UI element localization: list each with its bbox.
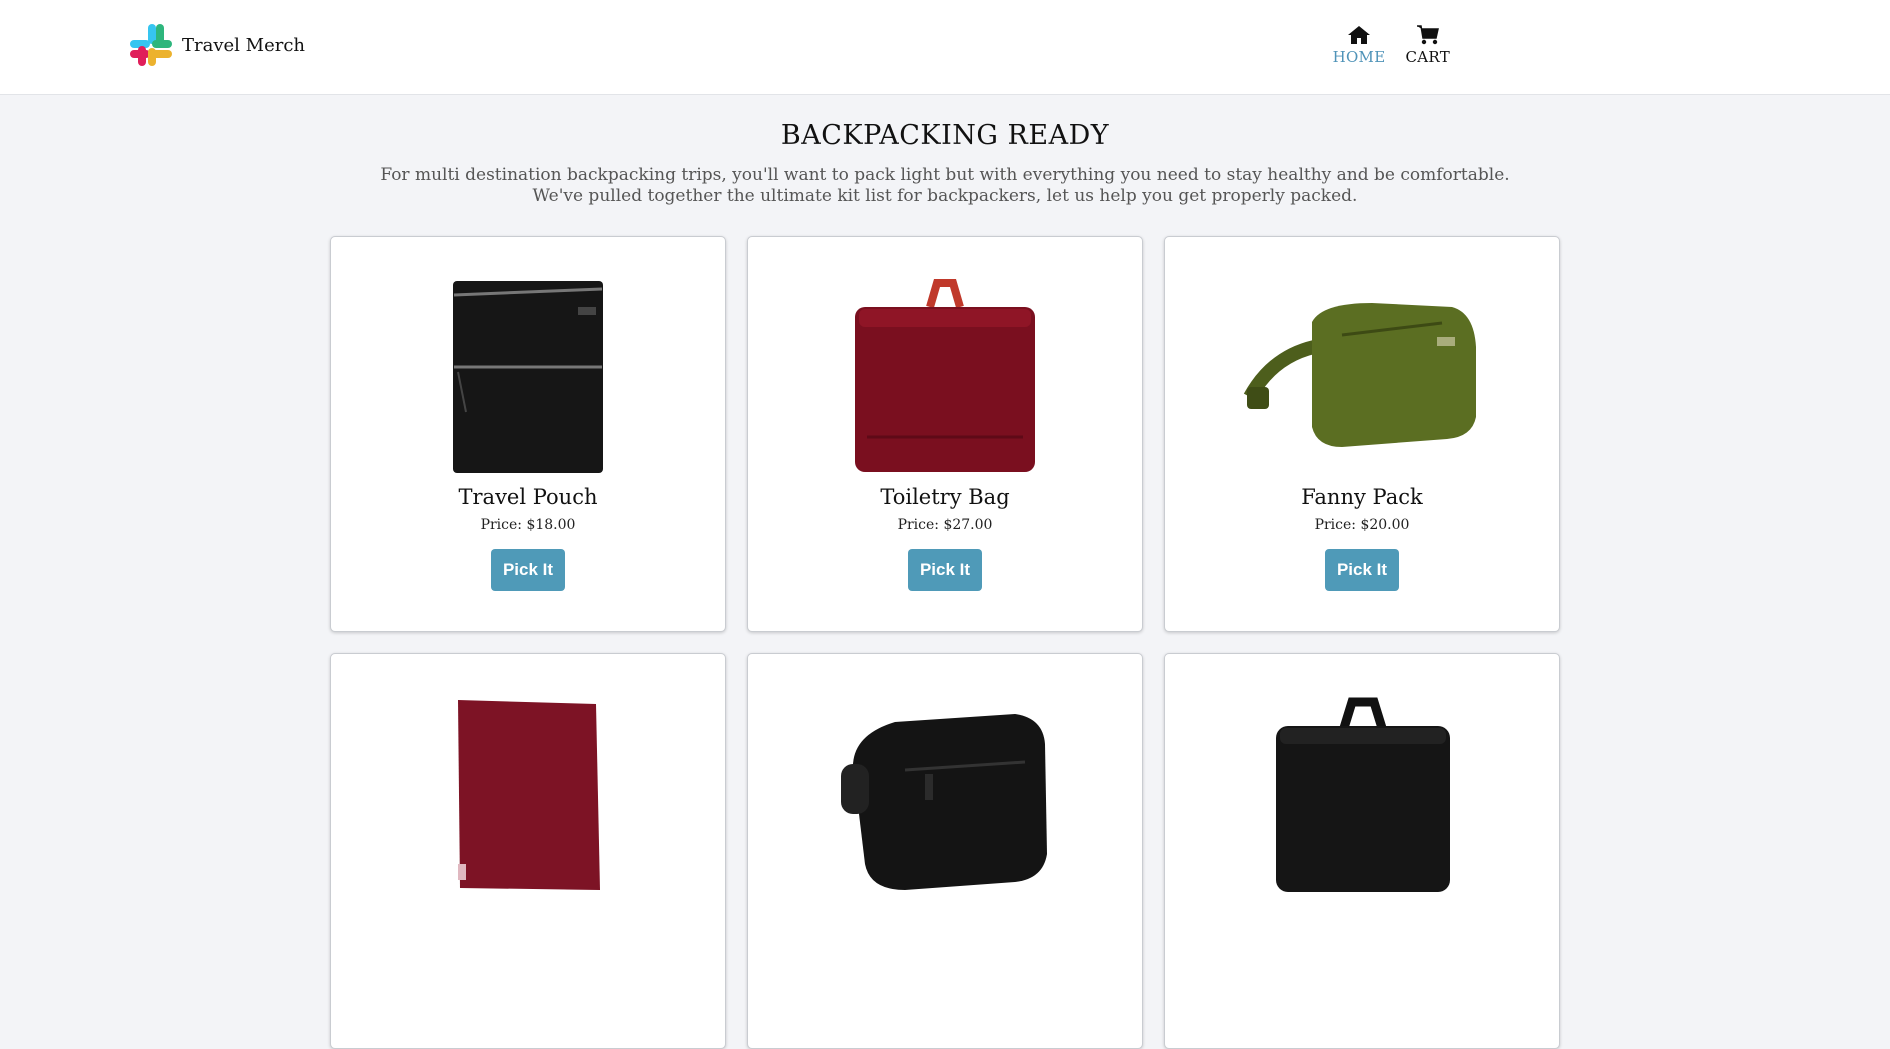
product-card (1164, 653, 1560, 1049)
black-zip-pouch-icon (453, 281, 603, 473)
product-name: Toiletry Bag (880, 485, 1010, 509)
description-line-1: For multi destination backpacking trips,… (380, 165, 1510, 185)
page-description: For multi destination backpacking trips,… (0, 165, 1890, 207)
product-name: Travel Pouch (458, 485, 598, 509)
product-image[interactable] (398, 694, 658, 894)
product-card (747, 653, 1143, 1049)
top-navbar: Travel Merch HOME CART (0, 0, 1890, 95)
green-fanny-pack-icon (1243, 303, 1476, 447)
product-card (330, 653, 726, 1049)
home-icon (1348, 26, 1370, 44)
red-hanging-toiletry-bag-icon (855, 279, 1035, 472)
pick-it-button[interactable]: Pick It (490, 549, 566, 591)
product-price: Price: $27.00 (897, 517, 993, 533)
cart-icon (1416, 25, 1439, 45)
product-image[interactable] (1232, 694, 1492, 894)
black-hanging-toiletry-bag-icon (1276, 697, 1450, 892)
product-price: Price: $20.00 (1314, 517, 1410, 533)
product-card: Toiletry Bag Price: $27.00 Pick It (747, 236, 1143, 632)
hero-section: BACKPACKING READY For multi destination … (0, 120, 1890, 207)
nav-home[interactable]: HOME (1333, 24, 1386, 66)
pick-it-button[interactable]: Pick It (907, 549, 983, 591)
product-card: Travel Pouch Price: $18.00 Pick It (330, 236, 726, 632)
brand-logo-link[interactable]: Travel Merch (128, 22, 305, 68)
page-title: BACKPACKING READY (780, 120, 1110, 151)
product-image[interactable] (1232, 277, 1492, 477)
nav-cart[interactable]: CART (1405, 24, 1450, 66)
product-price: Price: $18.00 (480, 517, 576, 533)
product-name: Fanny Pack (1301, 485, 1423, 509)
product-image[interactable] (815, 694, 1075, 894)
product-grid: Travel Pouch Price: $18.00 Pick It Toile… (330, 236, 1560, 1049)
brand-name: Travel Merch (182, 34, 306, 56)
black-dopp-kit-icon (841, 714, 1047, 890)
main-nav: HOME CART (1333, 24, 1450, 66)
description-line-2: We've pulled together the ultimate kit l… (532, 186, 1358, 206)
product-card: Fanny Pack Price: $20.00 Pick It (1164, 236, 1560, 632)
pinwheel-logo-icon (130, 24, 172, 66)
red-pouch-icon (458, 700, 600, 890)
nav-cart-label: CART (1405, 48, 1450, 66)
nav-home-label: HOME (1332, 48, 1386, 66)
pick-it-button[interactable]: Pick It (1324, 549, 1400, 591)
product-image[interactable] (815, 277, 1075, 477)
product-image[interactable] (398, 277, 658, 477)
